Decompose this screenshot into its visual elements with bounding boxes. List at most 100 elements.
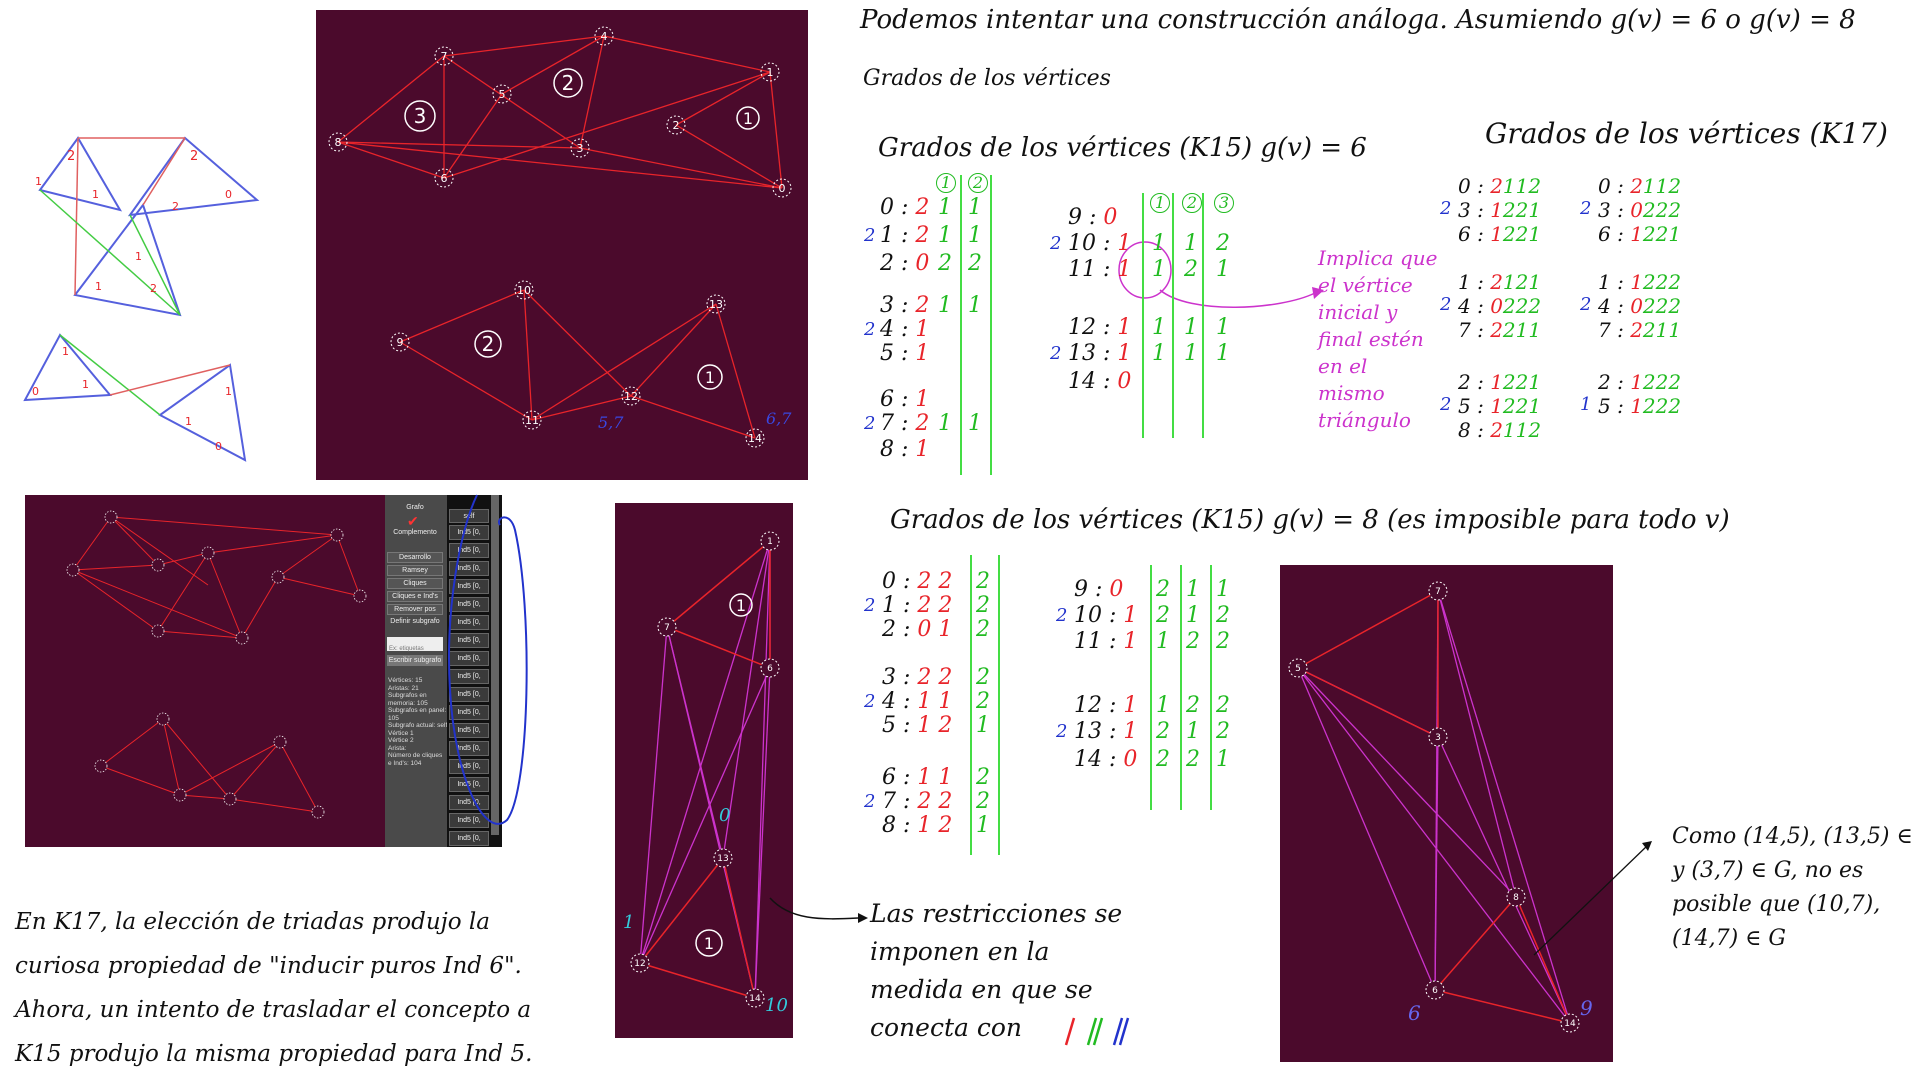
vertex-number: 12 :	[1074, 693, 1124, 718]
degree-row: 0 : 2112	[1458, 174, 1541, 198]
table-k15-g8: 0 : 2 221 : 2 222 : 0 123 : 2 224 : 1 12…	[860, 555, 1280, 865]
graph-panel-1-svg: 4 7 5 1 2 8 3 6 0 10 13 9 12 11 14 3 2 1…	[328, 26, 792, 448]
degree-row: 10 : 1	[1074, 603, 1137, 628]
degree-row: 2 : 1222	[1598, 370, 1681, 394]
degree-value: 1	[1216, 315, 1230, 340]
table-k15-g6: 120 : 2111 : 2112 : 0223 : 2114 : 15 : 1…	[860, 173, 1280, 485]
vertex-label: 8	[335, 136, 342, 149]
degree-value: 1	[1186, 577, 1200, 602]
graph-panel-4-svg: 7 5 3 8 6 14 6 9	[1288, 581, 1593, 1033]
vertex-number: 10 :	[1068, 231, 1118, 256]
degree-row: 0 : 2 2	[882, 569, 952, 594]
degree-value: 1	[1152, 315, 1166, 340]
degree-value: 2	[915, 293, 930, 318]
vertex-label: 12	[634, 959, 645, 969]
degree-value: 2	[915, 411, 930, 436]
degree-value: 2	[1156, 577, 1170, 602]
arrow-annotation	[760, 890, 870, 940]
degree-row: 6 : 1 1	[882, 765, 952, 790]
vertex-label: 14	[749, 994, 761, 1004]
vertex-number: 9 :	[1068, 205, 1104, 230]
group-mark: 2	[864, 413, 876, 434]
vertex-number: 3 :	[882, 665, 918, 690]
vertex-number: 7 :	[1458, 318, 1491, 342]
group-mark: 2	[864, 691, 876, 712]
degree-row: 4 : 0222	[1458, 294, 1541, 318]
degree-row: 1 : 2121	[1458, 270, 1541, 294]
vertex-label: 13	[709, 298, 723, 311]
note-line: K15 produjo la misma propiedad para Ind …	[15, 1041, 533, 1067]
gui-graph-canvas[interactable]	[25, 495, 385, 847]
degree-value: 1	[1216, 577, 1230, 602]
group-mark: 2	[1440, 394, 1452, 415]
degree-value: 1	[1490, 222, 1503, 246]
k15-g6-title: Grados de los vértices (K15) g(v) = 6	[878, 133, 1367, 163]
degree-row: 13 : 1	[1068, 341, 1131, 366]
degree-value: 112	[1502, 174, 1542, 198]
vertex-number: 13 :	[1068, 341, 1118, 366]
degree-value: 1	[1630, 394, 1643, 418]
degree-value: 2	[1490, 174, 1503, 198]
degree-value: 1	[917, 689, 932, 714]
group-mark: 2	[1580, 198, 1592, 219]
note-line: imponen en la	[870, 937, 1050, 966]
degree-value: 1	[1184, 315, 1198, 340]
degree-value: 1	[968, 411, 982, 436]
degree-row: 7 : 2211	[1458, 318, 1541, 342]
degree-row: 6 : 1	[880, 387, 929, 412]
degree-row: 1 : 2 2	[882, 593, 952, 618]
degree-value: 2	[917, 593, 932, 618]
vertex-number: 6 :	[1458, 222, 1491, 246]
degree-row: 11 : 1	[1074, 629, 1137, 654]
degree-value: 2	[1156, 719, 1170, 744]
sketch-edge	[59, 334, 161, 416]
degree-value: 2	[976, 789, 990, 814]
degree-value: 1	[1184, 341, 1198, 366]
vertex-number: 6 :	[1598, 222, 1631, 246]
degree-row: 5 : 1 2	[882, 713, 952, 738]
degree-row: 5 : 1	[880, 341, 929, 366]
svg-text:1: 1	[225, 385, 232, 398]
degree-value: 221	[1502, 370, 1542, 394]
green-rule	[1172, 193, 1174, 438]
green-rule	[960, 175, 962, 475]
degree-value: 1	[1123, 603, 1138, 628]
degree-value: 0	[1109, 577, 1124, 602]
vertex-label: 6	[441, 172, 448, 185]
group-mark: 2	[1050, 343, 1062, 364]
degree-value: 1	[1186, 719, 1200, 744]
degree-row: 7 : 2 2	[882, 789, 952, 814]
group-mark: 2	[1050, 233, 1062, 254]
vertex-label: 7	[1435, 587, 1441, 597]
note-line: Ahora, un intento de trasladar el concep…	[15, 997, 532, 1023]
degree-value: 1	[1216, 257, 1230, 282]
degree-value: 2	[931, 569, 953, 594]
degree-row: 5 : 1221	[1458, 394, 1541, 418]
degree-row: 11 : 1	[1068, 257, 1131, 282]
degree-value: 0	[915, 251, 930, 276]
degree-row: 6 : 1221	[1458, 222, 1541, 246]
degree-value: 222	[1642, 394, 1682, 418]
color-strokes-icon	[1058, 1010, 1130, 1050]
degree-value: 1	[915, 437, 930, 462]
degree-value: 2	[1490, 418, 1503, 442]
vertex-label: 1	[767, 66, 774, 79]
svg-text:2: 2	[190, 149, 198, 164]
vertex-number: 1 :	[880, 223, 916, 248]
degree-row: 2 : 0 1	[882, 617, 952, 642]
degree-value: 1	[1117, 341, 1132, 366]
degree-value: 1	[931, 617, 953, 642]
svg-text:0: 0	[225, 188, 232, 201]
note-line: Las restricciones se	[870, 899, 1123, 928]
degree-value: 121	[1502, 270, 1542, 294]
degree-value: 112	[1502, 418, 1542, 442]
blue-annotation: 6	[1408, 1001, 1421, 1025]
degree-value: 222	[1642, 370, 1682, 394]
cyan-annotation: 0	[719, 805, 730, 826]
degree-value: 2	[1630, 174, 1643, 198]
green-rule	[1150, 565, 1152, 810]
degree-value: 1	[915, 341, 930, 366]
degree-row: 9 : 0	[1074, 577, 1123, 602]
degree-value: 2	[1490, 270, 1503, 294]
degree-value: 1	[915, 317, 930, 342]
